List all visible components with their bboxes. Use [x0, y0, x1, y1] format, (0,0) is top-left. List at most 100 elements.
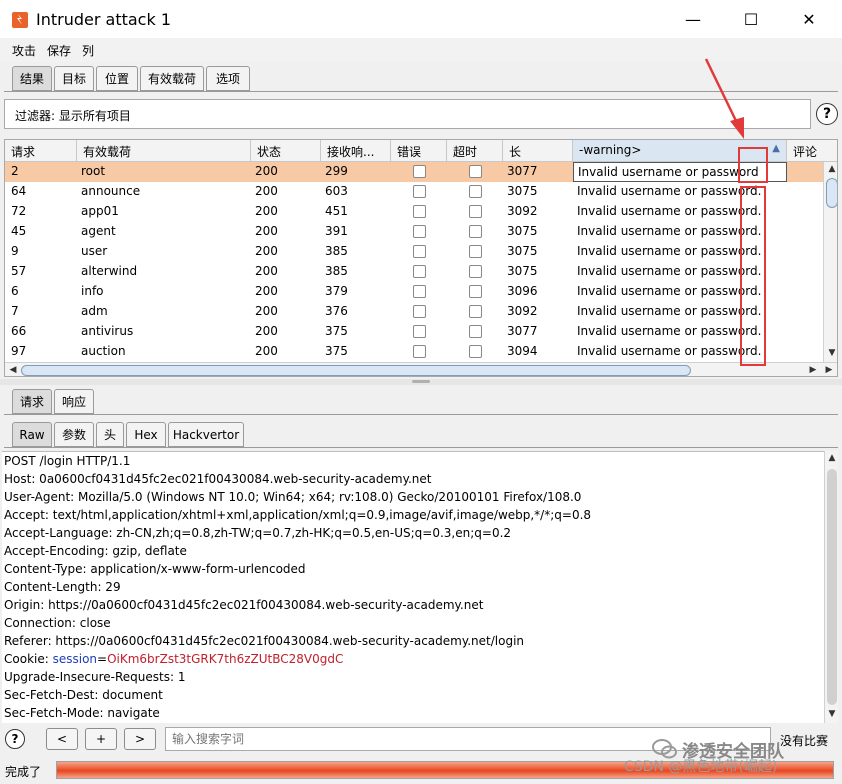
error-checkbox[interactable] — [413, 325, 426, 338]
status-label: 完成了 — [5, 765, 42, 779]
lower-tab-divider — [4, 414, 838, 415]
cell-length: 3075 — [507, 224, 538, 238]
cell-payload: app01 — [81, 204, 119, 218]
error-checkbox[interactable] — [413, 225, 426, 238]
error-checkbox[interactable] — [413, 265, 426, 278]
cell-status: 200 — [255, 224, 278, 238]
table-vertical-scrollbar[interactable]: ▲ ▼ — [823, 162, 837, 362]
col-header-length[interactable]: 长 — [503, 140, 573, 162]
cell-status: 200 — [255, 204, 278, 218]
tab-request[interactable]: 请求 — [12, 389, 52, 414]
timeout-checkbox[interactable] — [469, 345, 482, 358]
table-row[interactable]: 72 app01 200 451 3092 Invalid username or pas… — [5, 202, 823, 222]
error-checkbox[interactable] — [413, 165, 426, 178]
col-header-timeout[interactable]: 超时 — [447, 140, 503, 162]
request-line: Accept-Encoding: gzip, deflate — [4, 544, 187, 558]
tab-results[interactable]: 结果 — [12, 66, 52, 91]
table-vscroll-thumb[interactable] — [826, 178, 837, 208]
tab-headers[interactable]: 头 — [96, 422, 124, 447]
col-header-status[interactable]: 状态 — [251, 140, 321, 162]
scroll-up-icon[interactable]: ▲ — [824, 164, 837, 174]
cell-request: 9 — [11, 244, 19, 258]
cell-payload: info — [81, 284, 104, 298]
splitter-grip[interactable] — [412, 380, 430, 383]
error-checkbox[interactable] — [413, 305, 426, 318]
scroll-right-end-icon[interactable]: ▶ — [823, 365, 835, 375]
table-horizontal-scrollbar[interactable]: ◀ ▶ ▶ — [5, 362, 837, 376]
request-editor[interactable]: POST /login HTTP/1.1 Host: 0a0600cf0431d4… — [2, 451, 824, 723]
search-prev-button[interactable]: < — [46, 728, 78, 750]
editor-vertical-scrollbar[interactable]: ▲ ▼ — [824, 451, 838, 723]
pane-splitter[interactable] — [0, 379, 842, 385]
timeout-checkbox[interactable] — [469, 245, 482, 258]
scroll-down-icon[interactable]: ▼ — [824, 348, 837, 358]
cookie-value: OiKm6brZst3tGRK7th6zZUtBC28V0gdC — [107, 652, 344, 666]
request-line: User-Agent: Mozilla/5.0 (Windows NT 10.0… — [4, 490, 582, 504]
timeout-checkbox[interactable] — [469, 185, 482, 198]
col-header-error[interactable]: 错误 — [391, 140, 447, 162]
editor-vscroll-thumb[interactable] — [827, 469, 837, 705]
tab-target[interactable]: 目标 — [54, 66, 94, 91]
timeout-checkbox[interactable] — [469, 285, 482, 298]
request-line: Content-Type: application/x-www-form-url… — [4, 562, 306, 576]
tab-hex[interactable]: Hex — [126, 422, 166, 447]
table-row[interactable]: 97 auction 200 375 3094 Invalid username or p… — [5, 342, 823, 362]
tab-params[interactable]: 参数 — [54, 422, 94, 447]
cell-status: 200 — [255, 164, 278, 178]
cell-payload: announce — [81, 184, 141, 198]
error-checkbox[interactable] — [413, 185, 426, 198]
cell-status: 200 — [255, 344, 278, 358]
table-row[interactable]: 66 antivirus 200 375 3077 Invalid username or… — [5, 322, 823, 342]
help-icon[interactable]: ? — [816, 103, 838, 125]
table-row[interactable]: 2 root 200 299 3077 Invalid username or passw… — [5, 162, 823, 182]
timeout-checkbox[interactable] — [469, 205, 482, 218]
col-header-comment[interactable]: 评论 — [787, 140, 837, 162]
table-row[interactable]: 64 announce 200 603 3075 Invalid username or … — [5, 182, 823, 202]
col-header-received[interactable]: 接收响... — [321, 140, 391, 162]
col-header-request[interactable]: 请求 — [5, 140, 77, 162]
filter-bar[interactable]: 过滤器: 显示所有项目 — [4, 99, 811, 129]
scroll-right-icon[interactable]: ▶ — [807, 365, 819, 375]
error-checkbox[interactable] — [413, 245, 426, 258]
tab-payloads[interactable]: 有效载荷 — [140, 66, 204, 91]
cell-length: 3092 — [507, 304, 538, 318]
search-add-button[interactable]: + — [85, 728, 117, 750]
tab-raw[interactable]: Raw — [12, 422, 52, 447]
timeout-checkbox[interactable] — [469, 265, 482, 278]
timeout-checkbox[interactable] — [469, 165, 482, 178]
minimize-button[interactable]: — — [670, 0, 716, 38]
tab-hackvertor[interactable]: Hackvertor — [168, 422, 244, 447]
request-line: Connection: close — [4, 616, 111, 630]
error-checkbox[interactable] — [413, 285, 426, 298]
search-next-button[interactable]: > — [124, 728, 156, 750]
request-line: Sec-Fetch-Mode: navigate — [4, 706, 160, 720]
col-header-payload[interactable]: 有效载荷 — [77, 140, 251, 162]
scroll-left-icon[interactable]: ◀ — [7, 365, 19, 375]
tab-options[interactable]: 选项 — [206, 66, 250, 91]
tab-positions[interactable]: 位置 — [96, 66, 138, 91]
table-row[interactable]: 6 info 200 379 3096 Invalid username or passw… — [5, 282, 823, 302]
menu-attack[interactable]: 攻击 — [12, 42, 36, 59]
editor-scroll-down-icon[interactable]: ▼ — [825, 709, 839, 719]
cell-length: 3075 — [507, 184, 538, 198]
table-row[interactable]: 57 alterwind 200 385 3075 Invalid username or… — [5, 262, 823, 282]
menu-columns[interactable]: 列 — [82, 42, 94, 59]
cell-received: 603 — [325, 184, 348, 198]
close-button[interactable]: ✕ — [786, 0, 832, 38]
editor-scroll-up-icon[interactable]: ▲ — [825, 453, 839, 463]
timeout-checkbox[interactable] — [469, 325, 482, 338]
menu-save[interactable]: 保存 — [47, 42, 71, 59]
timeout-checkbox[interactable] — [469, 305, 482, 318]
maximize-button[interactable]: ☐ — [728, 0, 774, 38]
tab-response[interactable]: 响应 — [54, 389, 94, 414]
table-row[interactable]: 9 user 200 385 3075 Invalid username or passw… — [5, 242, 823, 262]
cell-received: 385 — [325, 244, 348, 258]
error-checkbox[interactable] — [413, 205, 426, 218]
editor-help-icon[interactable]: ? — [5, 729, 25, 749]
table-hscroll-thumb[interactable] — [21, 365, 691, 376]
cell-payload: user — [81, 244, 108, 258]
timeout-checkbox[interactable] — [469, 225, 482, 238]
table-row[interactable]: 7 adm 200 376 3092 Invalid username or passwo… — [5, 302, 823, 322]
table-row[interactable]: 45 agent 200 391 3075 Invalid username or pas… — [5, 222, 823, 242]
error-checkbox[interactable] — [413, 345, 426, 358]
